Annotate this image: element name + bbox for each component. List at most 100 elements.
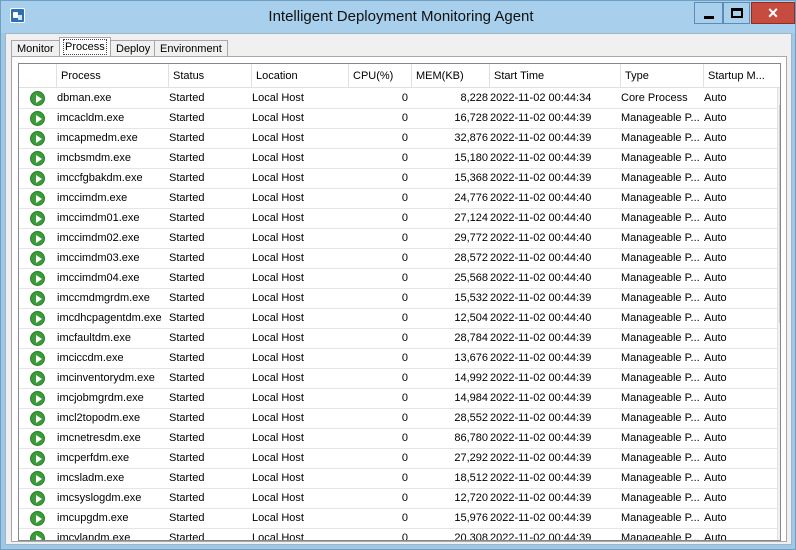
table-row[interactable]: imcupgdm.exe Started Local Host 0 15,976 2022… (19, 509, 777, 529)
table-row[interactable]: imcfaultdm.exe Started Local Host 0 28,784 20… (19, 329, 777, 349)
cell-mem: 28,552 (454, 412, 488, 424)
cell-start: 2022-11-02 00:44:39 (490, 132, 592, 144)
cell-process: imcsladm.exe (57, 472, 125, 484)
header-process[interactable]: Process (57, 64, 169, 88)
started-process-icon (30, 511, 45, 526)
close-button[interactable]: × (751, 2, 795, 24)
cell-location: Local Host (252, 372, 304, 384)
started-process-icon (30, 391, 45, 406)
table-row[interactable]: imciccdm.exe Started Local Host 0 13,676 2022… (19, 349, 777, 369)
header-start-time[interactable]: Start Time (490, 64, 621, 88)
started-process-icon (30, 351, 45, 366)
cell-process: imcbsmdm.exe (57, 152, 131, 164)
maximize-button[interactable] (723, 2, 750, 24)
cell-startup: Auto (704, 292, 727, 304)
cell-cpu: 0 (401, 332, 408, 344)
cell-type: Manageable P... (621, 212, 700, 224)
tab-monitor[interactable]: Monitor (11, 40, 60, 57)
cell-cpu: 0 (401, 472, 408, 484)
table-row[interactable]: imcdhcpagentdm.exe Started Local Host 0 12,5… (19, 309, 777, 329)
table-row[interactable]: imcacldm.exe Started Local Host 0 16,728 2022… (19, 109, 777, 129)
header-location[interactable]: Location (252, 64, 349, 88)
table-row[interactable]: imccimdm.exe Started Local Host 0 24,776 2022… (19, 189, 777, 209)
table-row[interactable]: imccimdm02.exe Started Local Host 0 29,772 20… (19, 229, 777, 249)
table-row[interactable]: imcjobmgrdm.exe Started Local Host 0 14,984 2… (19, 389, 777, 409)
header-icon-column[interactable] (19, 64, 57, 88)
cell-mem: 25,568 (454, 272, 488, 284)
table-row[interactable]: imcperfdm.exe Started Local Host 0 27,292 202… (19, 449, 777, 469)
cell-start: 2022-11-02 00:44:40 (490, 212, 592, 224)
tab-deploy[interactable]: Deploy (110, 40, 157, 57)
scroll-thumb[interactable] (779, 105, 780, 323)
cell-start: 2022-11-02 00:44:39 (490, 512, 592, 524)
started-process-icon (30, 311, 45, 326)
cell-location: Local Host (252, 432, 304, 444)
cell-status: Started (169, 172, 205, 184)
cell-start: 2022-11-02 00:44:39 (490, 452, 592, 464)
minimize-icon (704, 16, 714, 19)
tab-label-monitor: Monitor (17, 43, 54, 55)
header-startup-mode[interactable]: Startup M... (704, 64, 780, 88)
cell-mem: 32,876 (454, 132, 488, 144)
cell-location: Local Host (252, 472, 304, 484)
table-row[interactable]: imcvlandm.exe Started Local Host 0 20,308 202… (19, 529, 777, 541)
header-type[interactable]: Type (621, 64, 704, 88)
cell-process: imccimdm.exe (57, 192, 128, 204)
table-row[interactable]: imccimdm01.exe Started Local Host 0 27,124 20… (19, 209, 777, 229)
cell-cpu: 0 (401, 292, 408, 304)
cell-startup: Auto (704, 372, 727, 384)
cell-cpu: 0 (401, 392, 408, 404)
cell-type: Manageable P... (621, 492, 700, 504)
cell-start: 2022-11-02 00:44:39 (490, 372, 592, 384)
cell-process: imcl2topodm.exe (57, 412, 141, 424)
table-row[interactable]: imcnetresdm.exe Started Local Host 0 86,780 2… (19, 429, 777, 449)
cell-location: Local Host (252, 312, 304, 324)
cell-process: imccimdm04.exe (57, 272, 140, 284)
table-row[interactable]: imccimdm03.exe Started Local Host 0 28,572 20… (19, 249, 777, 269)
cell-status: Started (169, 492, 205, 504)
tab-process[interactable]: Process (59, 37, 111, 57)
table-row[interactable]: imcapmedm.exe Started Local Host 0 32,876 202… (19, 129, 777, 149)
header-mem[interactable]: MEM(KB) (412, 64, 490, 88)
started-process-icon (30, 131, 45, 146)
cell-type: Manageable P... (621, 252, 700, 264)
cell-type: Manageable P... (621, 112, 700, 124)
table-row[interactable]: imcinventorydm.exe Started Local Host 0 14,9… (19, 369, 777, 389)
cell-status: Started (169, 412, 205, 424)
cell-cpu: 0 (401, 92, 408, 104)
table-row[interactable]: imcbsmdm.exe Started Local Host 0 15,180 2022… (19, 149, 777, 169)
table-row[interactable]: imcsyslogdm.exe Started Local Host 0 12,720 2… (19, 489, 777, 509)
cell-type: Manageable P... (621, 532, 700, 541)
table-row[interactable]: imcl2topodm.exe Started Local Host 0 28,552 2… (19, 409, 777, 429)
cell-cpu: 0 (401, 132, 408, 144)
vertical-scrollbar[interactable]: ⌃ ⌄ (777, 88, 780, 540)
table-row[interactable]: imcsladm.exe Started Local Host 0 18,512 2022… (19, 469, 777, 489)
window-title: Intelligent Deployment Monitoring Agent (268, 8, 534, 25)
header-status[interactable]: Status (169, 64, 252, 88)
cell-status: Started (169, 352, 205, 364)
cell-cpu: 0 (401, 212, 408, 224)
started-process-icon (30, 191, 45, 206)
cell-startup: Auto (704, 532, 727, 541)
cell-startup: Auto (704, 332, 727, 344)
cell-location: Local Host (252, 172, 304, 184)
table-row[interactable]: imccimdm04.exe Started Local Host 0 25,568 20… (19, 269, 777, 289)
cell-start: 2022-11-02 00:44:39 (490, 492, 592, 504)
table-row[interactable]: imccfgbakdm.exe Started Local Host 0 15,368 2… (19, 169, 777, 189)
table-row[interactable]: dbman.exe Started Local Host 0 8,228 2022-11-… (19, 89, 777, 109)
scroll-up-icon[interactable]: ⌃ (778, 88, 780, 105)
cell-type: Manageable P... (621, 372, 700, 384)
table-row[interactable]: imccmdmgrdm.exe Started Local Host 0 15,532 2… (19, 289, 777, 309)
cell-mem: 18,512 (454, 472, 488, 484)
tab-environment[interactable]: Environment (154, 40, 228, 57)
header-cpu[interactable]: CPU(%) (349, 64, 412, 88)
minimize-button[interactable] (694, 2, 723, 24)
cell-cpu: 0 (401, 352, 408, 364)
cell-location: Local Host (252, 212, 304, 224)
title-bar[interactable]: Intelligent Deployment Monitoring Agent … (1, 1, 795, 33)
scroll-down-icon[interactable]: ⌄ (778, 523, 780, 540)
cell-mem: 14,992 (454, 372, 488, 384)
cell-startup: Auto (704, 432, 727, 444)
cell-type: Manageable P... (621, 152, 700, 164)
cell-type: Manageable P... (621, 192, 700, 204)
